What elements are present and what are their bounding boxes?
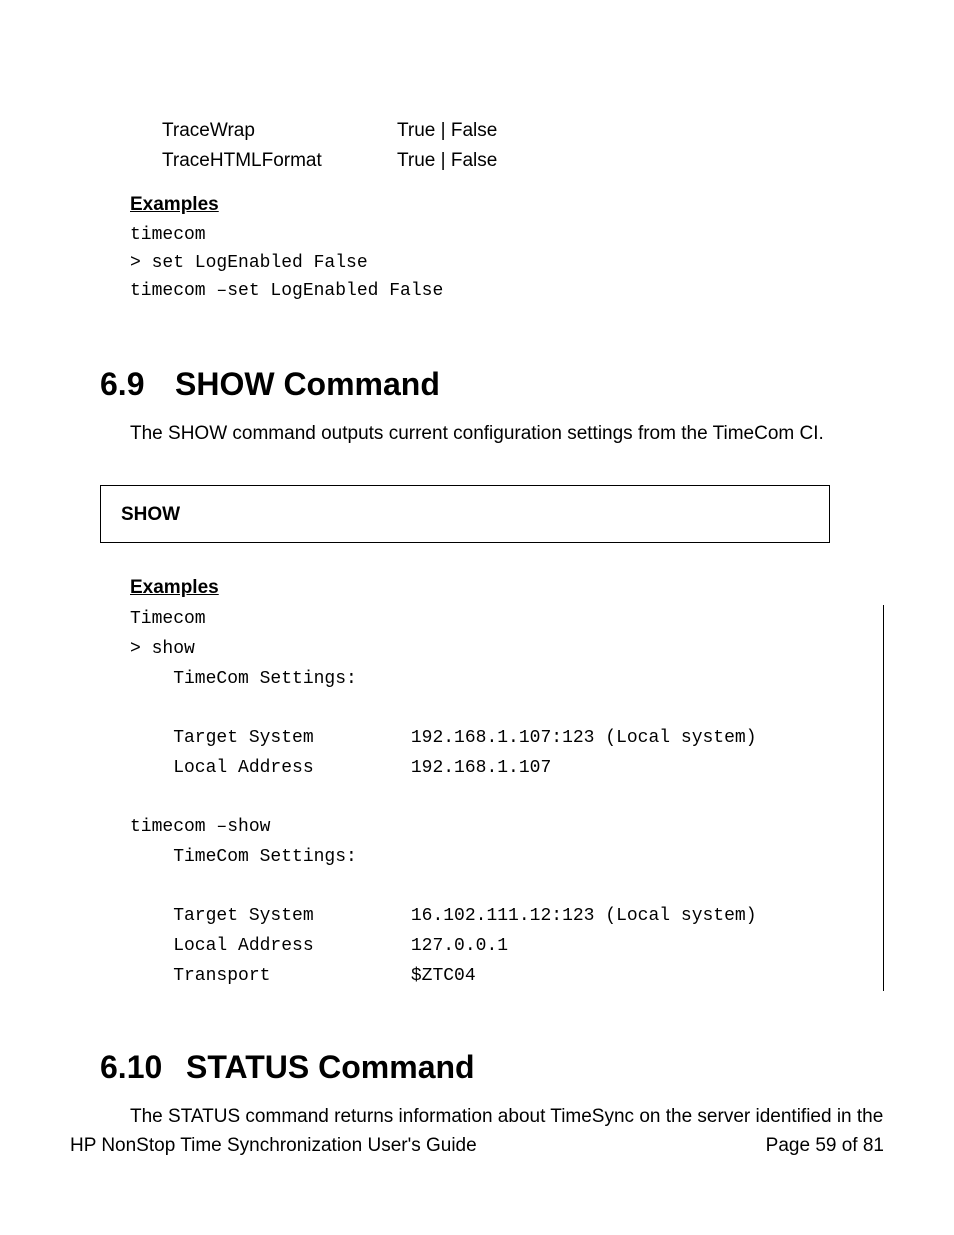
- section-title: SHOW Command: [175, 366, 440, 403]
- param-name: TraceWrap: [162, 120, 397, 142]
- syntax-text: SHOW: [121, 504, 180, 525]
- table-row: TraceWrap True | False: [162, 120, 884, 142]
- table-row: TraceHTMLFormat True | False: [162, 150, 884, 172]
- page-footer: HP NonStop Time Synchronization User's G…: [70, 1135, 884, 1157]
- section-description: The STATUS command returns information a…: [130, 1104, 884, 1131]
- section-number: 6.10: [100, 1049, 186, 1086]
- param-name: TraceHTMLFormat: [162, 150, 397, 172]
- section-heading-6-10: 6.10 STATUS Command: [100, 1049, 884, 1086]
- param-value: True | False: [397, 120, 497, 142]
- document-page: TraceWrap True | False TraceHTMLFormat T…: [0, 0, 954, 1235]
- section-heading-6-9: 6.9 SHOW Command: [100, 366, 884, 403]
- section-number: 6.9: [100, 366, 175, 403]
- param-value: True | False: [397, 150, 497, 172]
- parameter-table: TraceWrap True | False TraceHTMLFormat T…: [162, 120, 884, 172]
- code-block: timecom > set LogEnabled False timecom –…: [130, 222, 884, 306]
- section-title: STATUS Command: [186, 1049, 475, 1086]
- section-description: The SHOW command outputs current configu…: [130, 421, 884, 448]
- syntax-box: SHOW: [100, 485, 830, 543]
- examples-heading: Examples: [130, 577, 884, 599]
- examples-heading: Examples: [130, 194, 884, 216]
- code-output-block: Timecom > show TimeCom Settings: Target …: [130, 605, 884, 991]
- footer-page-number: Page 59 of 81: [766, 1135, 884, 1157]
- footer-doc-title: HP NonStop Time Synchronization User's G…: [70, 1135, 477, 1157]
